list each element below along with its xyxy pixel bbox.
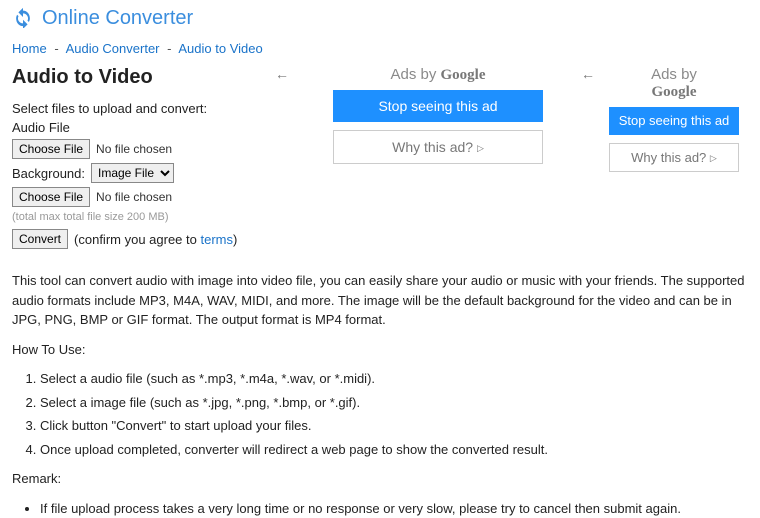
ad-panel-right: ← Ads by Google Stop seeing this ad Why … (599, 60, 749, 186)
background-label: Background: (12, 166, 85, 181)
list-item: Once upload completed, converter will re… (40, 440, 748, 460)
select-prompt: Select files to upload and convert: (12, 101, 273, 116)
site-header: Online Converter (0, 0, 760, 37)
breadcrumb: Home - Audio Converter - Audio to Video (0, 37, 760, 60)
audio-file-status: No file chosen (96, 142, 172, 156)
ad-close-icon[interactable]: ← (275, 66, 289, 82)
choose-image-file-button[interactable]: Choose File (12, 187, 90, 207)
breadcrumb-sep: - (167, 41, 171, 56)
confirm-text: (confirm you agree to terms) (74, 232, 237, 247)
choose-audio-file-button[interactable]: Choose File (12, 139, 90, 159)
ad-close-icon[interactable]: ← (581, 66, 595, 82)
site-title[interactable]: Online Converter (42, 7, 193, 30)
breadcrumb-audio-converter[interactable]: Audio Converter (66, 41, 160, 56)
why-this-ad-button[interactable]: Why this ad? ▷ (609, 143, 739, 173)
list-item: Select a image file (such as *.jpg, *.pn… (40, 393, 748, 413)
breadcrumb-home[interactable]: Home (12, 41, 47, 56)
why-this-ad-button[interactable]: Why this ad? ▷ (333, 130, 543, 164)
stop-seeing-ad-button[interactable]: Stop seeing this ad (333, 90, 543, 122)
breadcrumb-sep: - (54, 41, 58, 56)
terms-link[interactable]: terms (200, 232, 233, 247)
form-panel: Audio to Video Select files to upload an… (0, 60, 285, 249)
intro-text: This tool can convert audio with image i… (12, 271, 748, 330)
list-item: Select a audio file (such as *.mp3, *.m4… (40, 369, 748, 389)
list-item: Click button "Convert" to start upload y… (40, 416, 748, 436)
play-icon: ▷ (477, 143, 484, 153)
image-file-status: No file chosen (96, 190, 172, 204)
remark-title: Remark: (12, 469, 748, 489)
ads-by-label: Ads by Google (293, 66, 583, 84)
howto-title: How To Use: (12, 340, 748, 360)
refresh-icon (12, 6, 34, 31)
background-select[interactable]: Image File (91, 163, 174, 183)
breadcrumb-current[interactable]: Audio to Video (178, 41, 262, 56)
stop-seeing-ad-button[interactable]: Stop seeing this ad (609, 107, 739, 135)
remark-list: If file upload process takes a very long… (12, 499, 748, 518)
howto-steps: Select a audio file (such as *.mp3, *.m4… (12, 369, 748, 459)
play-icon: ▷ (710, 153, 717, 163)
ad-panel-middle: ← Ads by Google Stop seeing this ad Why … (293, 60, 583, 178)
ads-by-label: Ads by Google (599, 66, 749, 101)
description-section: This tool can convert audio with image i… (0, 249, 760, 518)
page-title: Audio to Video (12, 66, 273, 89)
convert-button[interactable]: Convert (12, 229, 68, 249)
size-hint: (total max total file size 200 MB) (12, 211, 273, 223)
audio-file-label: Audio File (12, 120, 273, 135)
list-item: If file upload process takes a very long… (40, 499, 748, 518)
